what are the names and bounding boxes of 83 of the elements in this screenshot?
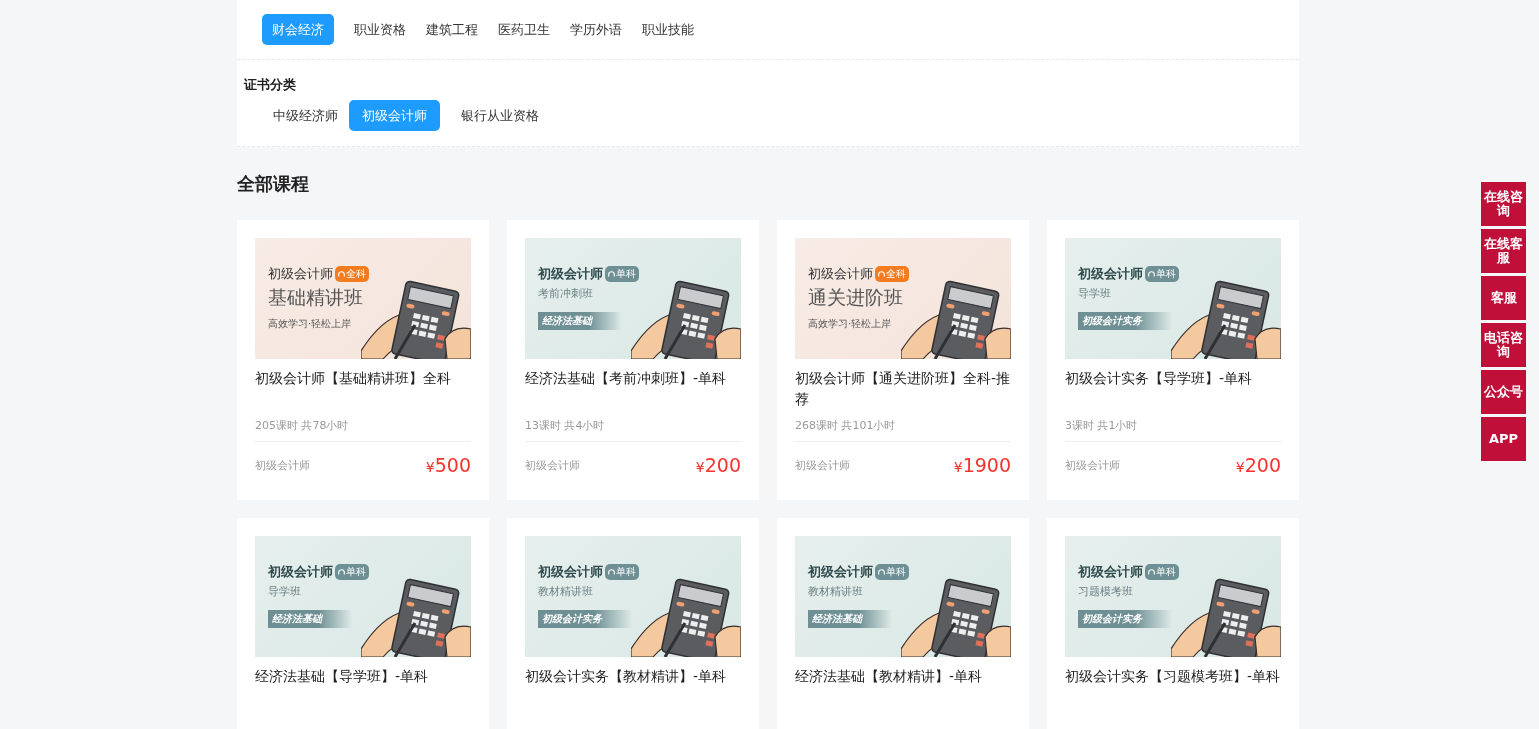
banner-slogan: 高效学习·轻松上岸 <box>268 317 352 331</box>
headphones-icon <box>338 568 345 576</box>
category-tab[interactable]: 职业技能 <box>632 14 704 45</box>
headphones-icon <box>1148 568 1155 576</box>
course-price: ¥200 <box>1235 454 1281 476</box>
headphones-icon <box>608 270 615 278</box>
banner-subtitle: 基础精讲班 <box>268 285 364 310</box>
side-float-button[interactable]: 公众号 <box>1481 370 1526 414</box>
banner-ribbon: 初级会计实务 <box>538 610 632 628</box>
course-category: 初级会计师 <box>525 457 580 473</box>
course-hours: 13课时 共4小时 <box>525 418 741 442</box>
course-title: 初级会计实务【导学班】-单科 <box>1065 369 1254 388</box>
banner-subtitle: 教材精讲班 <box>808 584 864 599</box>
category-tab[interactable]: 医药卫生 <box>488 14 560 45</box>
badge-label: 单科 <box>346 565 366 579</box>
course-title: 初级会计实务【习题模考班】-单科 <box>1065 667 1281 686</box>
banner-subtitle: 考前冲刺班 <box>538 286 594 301</box>
course-card[interactable]: 初级会计师 单科 导学班 经济法基础 经济法基础【导学班】-单科 <box>237 518 489 729</box>
course-category: 初级会计师 <box>1065 457 1120 473</box>
certificate-tab[interactable]: 银行从业资格 <box>450 100 550 131</box>
course-card[interactable]: 初级会计师 单科 考前冲刺班 经济法基础 经济法基础【考前冲刺班】-单科 13课时 共4小时 初级会计师 ¥200 <box>507 220 759 500</box>
banner-title: 初级会计师 <box>538 265 603 283</box>
banner-title: 初级会计师 <box>538 563 603 581</box>
badge-label: 单科 <box>886 565 906 579</box>
banner-subtitle: 习题模考班 <box>1078 584 1134 599</box>
headphones-icon <box>608 568 615 576</box>
certificate-tab[interactable]: 中级经济师 <box>262 100 349 131</box>
badge-label: 单科 <box>616 267 636 281</box>
section-heading: 全部课程 <box>237 172 310 196</box>
category-tab[interactable]: 学历外语 <box>560 14 632 45</box>
side-float-button[interactable]: 电话咨询 <box>1481 323 1526 367</box>
filter-label: 证书分类 <box>244 76 297 94</box>
headphones-icon <box>878 568 885 576</box>
headphones-icon <box>338 270 345 278</box>
course-price: ¥500 <box>425 454 471 476</box>
course-card[interactable]: 初级会计师 单科 教材精讲班 经济法基础 经济法基础【教材精讲】-单科 <box>777 518 1029 729</box>
course-category: 初级会计师 <box>255 457 310 473</box>
course-card[interactable]: 初级会计师 全科 基础精讲班 高效学习·轻松上岸 初级会计师【基础精讲班】全科 205课时 共78小时 初级会计师 ¥500 <box>237 220 489 500</box>
badge-label: 单科 <box>616 565 636 579</box>
course-title: 初级会计师【通关进阶班】全科-推荐 <box>795 369 1011 409</box>
course-card[interactable]: 初级会计师 单科 导学班 初级会计实务 初级会计实务【导学班】-单科 3课时 共1小时 初级会计师 ¥200 <box>1047 220 1299 500</box>
course-title: 经济法基础【导学班】-单科 <box>255 667 430 686</box>
course-title: 初级会计实务【教材精讲】-单科 <box>525 667 728 686</box>
banner-title: 初级会计师 <box>808 265 873 283</box>
category-tab[interactable]: 建筑工程 <box>416 14 488 45</box>
banner-slogan: 高效学习·轻松上岸 <box>808 317 892 331</box>
badge-label: 全科 <box>346 267 366 281</box>
course-card[interactable]: 初级会计师 单科 教材精讲班 初级会计实务 初级会计实务【教材精讲】-单科 <box>507 518 759 729</box>
headphones-icon <box>1148 270 1155 278</box>
banner-title: 初级会计师 <box>268 265 333 283</box>
banner-title: 初级会计师 <box>1078 265 1143 283</box>
course-hours: 205课时 共78小时 <box>255 418 471 442</box>
banner-subtitle: 导学班 <box>268 584 302 599</box>
banner-title: 初级会计师 <box>808 563 873 581</box>
course-price: ¥200 <box>695 454 741 476</box>
banner-subtitle: 教材精讲班 <box>538 584 594 599</box>
banner-subtitle: 导学班 <box>1078 286 1112 301</box>
badge-label: 单科 <box>1156 267 1176 281</box>
course-category: 初级会计师 <box>795 457 850 473</box>
banner-subtitle: 通关进阶班 <box>808 285 904 310</box>
course-title: 初级会计师【基础精讲班】全科 <box>255 369 452 388</box>
side-float-button[interactable]: APP <box>1481 417 1526 461</box>
banner-ribbon: 初级会计实务 <box>1078 610 1172 628</box>
banner-ribbon: 经济法基础 <box>268 610 352 628</box>
banner-title: 初级会计师 <box>1078 563 1143 581</box>
course-hours: 3课时 共1小时 <box>1065 418 1281 442</box>
banner-ribbon: 经济法基础 <box>538 312 622 330</box>
course-hours: 268课时 共101小时 <box>795 418 1011 442</box>
course-card[interactable]: 初级会计师 单科 习题模考班 初级会计实务 初级会计实务【习题模考班】-单科 <box>1047 518 1299 729</box>
category-tab[interactable]: 职业资格 <box>344 14 416 45</box>
banner-ribbon: 初级会计实务 <box>1078 312 1172 330</box>
badge-label: 单科 <box>1156 565 1176 579</box>
course-title: 经济法基础【教材精讲】-单科 <box>795 667 984 686</box>
badge-label: 全科 <box>886 267 906 281</box>
banner-ribbon: 经济法基础 <box>808 610 892 628</box>
course-price: ¥1900 <box>953 454 1011 476</box>
course-title: 经济法基础【考前冲刺班】-单科 <box>525 369 728 388</box>
side-float-button[interactable]: 在线客服 <box>1481 229 1526 273</box>
side-float-button[interactable]: 在线咨询 <box>1481 182 1526 226</box>
side-float-button[interactable]: 客服 <box>1481 276 1526 320</box>
headphones-icon <box>878 270 885 278</box>
banner-title: 初级会计师 <box>268 563 333 581</box>
course-card[interactable]: 初级会计师 全科 通关进阶班 高效学习·轻松上岸 初级会计师【通关进阶班】全科-推荐 268课时 共101小时 初级会计师 ¥1900 <box>777 220 1029 500</box>
